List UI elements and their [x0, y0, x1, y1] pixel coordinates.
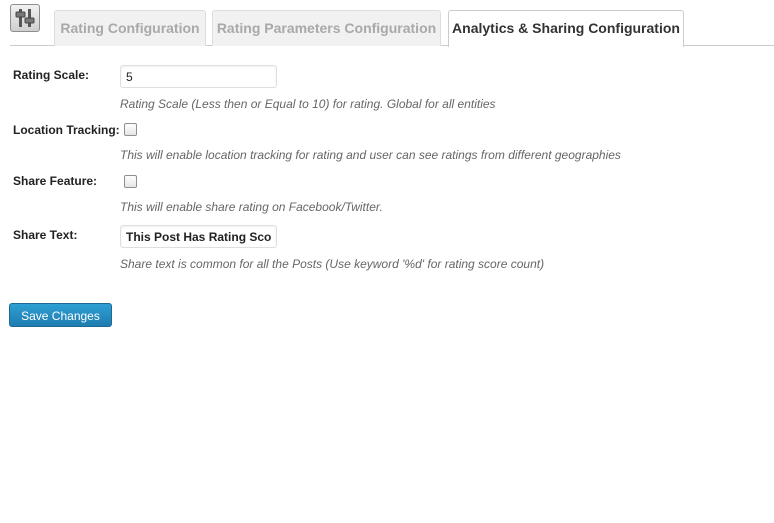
- tab-analytics-sharing-configuration[interactable]: Analytics & Sharing Configuration: [448, 10, 684, 47]
- location-tracking-checkbox[interactable]: [124, 123, 137, 136]
- tab-label: Analytics & Sharing Configuration: [452, 20, 680, 36]
- tab-rating-configuration[interactable]: Rating Configuration: [54, 10, 206, 46]
- rating-scale-input[interactable]: [120, 65, 277, 88]
- location-tracking-description: This will enable location tracking for r…: [120, 148, 621, 162]
- save-changes-button[interactable]: Save Changes: [9, 303, 112, 327]
- share-feature-description: This will enable share rating on Faceboo…: [120, 200, 383, 214]
- location-tracking-label: Location Tracking:: [13, 123, 120, 137]
- settings-sliders-icon: [10, 4, 40, 32]
- tab-rating-parameters-configuration[interactable]: Rating Parameters Configuration: [212, 10, 441, 46]
- rating-scale-description: Rating Scale (Less then or Equal to 10) …: [120, 97, 496, 111]
- share-text-description: Share text is common for all the Posts (…: [120, 257, 545, 271]
- share-text-label: Share Text:: [13, 228, 78, 242]
- tab-label: Rating Configuration: [60, 20, 200, 36]
- share-feature-label: Share Feature:: [13, 174, 98, 188]
- share-text-input[interactable]: [120, 225, 277, 248]
- tab-label: Rating Parameters Configuration: [216, 20, 437, 36]
- rating-scale-label: Rating Scale:: [13, 68, 90, 82]
- share-feature-checkbox[interactable]: [124, 175, 137, 188]
